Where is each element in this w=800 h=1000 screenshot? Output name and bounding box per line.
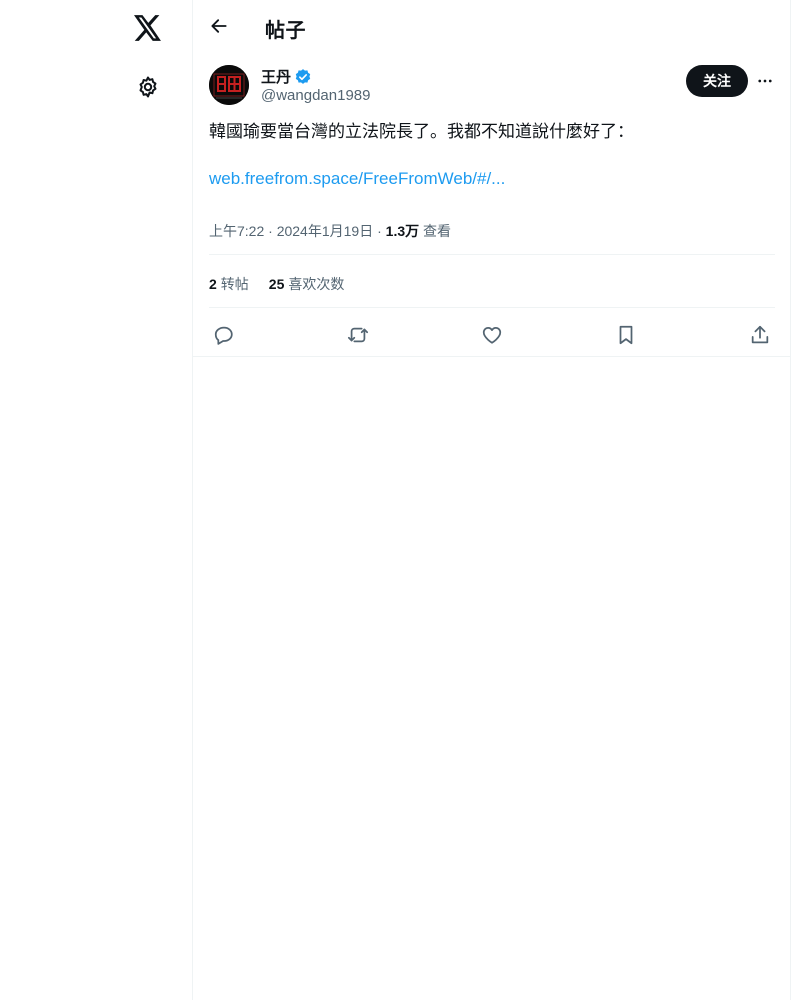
action-bar xyxy=(209,318,775,348)
divider xyxy=(209,254,775,255)
verified-badge-icon xyxy=(295,68,311,84)
settings-button[interactable] xyxy=(124,63,172,111)
x-logo-icon xyxy=(134,15,161,41)
views-label: 查看 xyxy=(423,223,452,239)
reposts-stat[interactable]: 2 转帖 xyxy=(209,274,249,294)
post-link[interactable]: web.freefrom.space/FreeFromWeb/#/... xyxy=(209,169,505,189)
avatar-image xyxy=(209,65,249,105)
share-icon xyxy=(751,325,769,344)
reply-button[interactable] xyxy=(207,318,241,352)
gear-icon xyxy=(139,76,157,98)
left-rail xyxy=(0,0,193,1000)
x-logo-button[interactable] xyxy=(124,4,172,52)
author-name[interactable]: 王丹 xyxy=(261,66,291,87)
post-date[interactable]: 2024年1月19日 xyxy=(277,223,374,239)
page: 帖子 王丹 @wangdan1989 关注 韓國瑜要當台灣的立法院長了。我都不知… xyxy=(0,0,800,1000)
reply-icon xyxy=(214,326,233,345)
avatar[interactable] xyxy=(209,65,249,105)
likes-count: 25 xyxy=(268,276,285,292)
meta-separator: · xyxy=(377,223,382,239)
reposts-count: 2 xyxy=(209,276,217,292)
arrow-left-icon xyxy=(211,19,227,33)
bookmark-button[interactable] xyxy=(609,318,643,352)
post-time[interactable]: 上午7:22 xyxy=(209,223,264,239)
more-button[interactable] xyxy=(753,69,777,93)
back-button[interactable] xyxy=(201,8,237,44)
repost-button[interactable] xyxy=(341,318,375,352)
author-name-row[interactable]: 王丹 xyxy=(261,66,312,87)
likes-label: 喜欢次数 xyxy=(288,276,345,292)
post-bottom-border xyxy=(193,356,791,357)
main-column: 帖子 王丹 @wangdan1989 关注 韓國瑜要當台灣的立法院長了。我都不知… xyxy=(193,0,791,1000)
bookmark-icon xyxy=(619,325,633,345)
page-title: 帖子 xyxy=(265,20,306,42)
more-horizontal-icon xyxy=(758,79,772,83)
post-meta: 上午7:22 · 2024年1月19日 · 1.3万 查看 xyxy=(209,221,451,241)
top-bar: 帖子 xyxy=(193,0,791,53)
post-stats: 2 转帖 25 喜欢次数 xyxy=(209,274,344,294)
heart-icon xyxy=(482,326,502,344)
reposts-label: 转帖 xyxy=(220,276,249,292)
like-button[interactable] xyxy=(475,318,509,352)
share-button[interactable] xyxy=(743,318,777,352)
post-text: 韓國瑜要當台灣的立法院長了。我都不知道說什麼好了： xyxy=(209,122,634,141)
author-handle[interactable]: @wangdan1989 xyxy=(261,87,370,104)
views-count: 1.3万 xyxy=(385,223,420,239)
meta-separator: · xyxy=(268,223,273,239)
follow-button[interactable]: 关注 xyxy=(686,65,748,97)
repost-icon xyxy=(347,327,369,343)
likes-stat[interactable]: 25 喜欢次数 xyxy=(269,274,345,294)
divider xyxy=(209,307,775,308)
